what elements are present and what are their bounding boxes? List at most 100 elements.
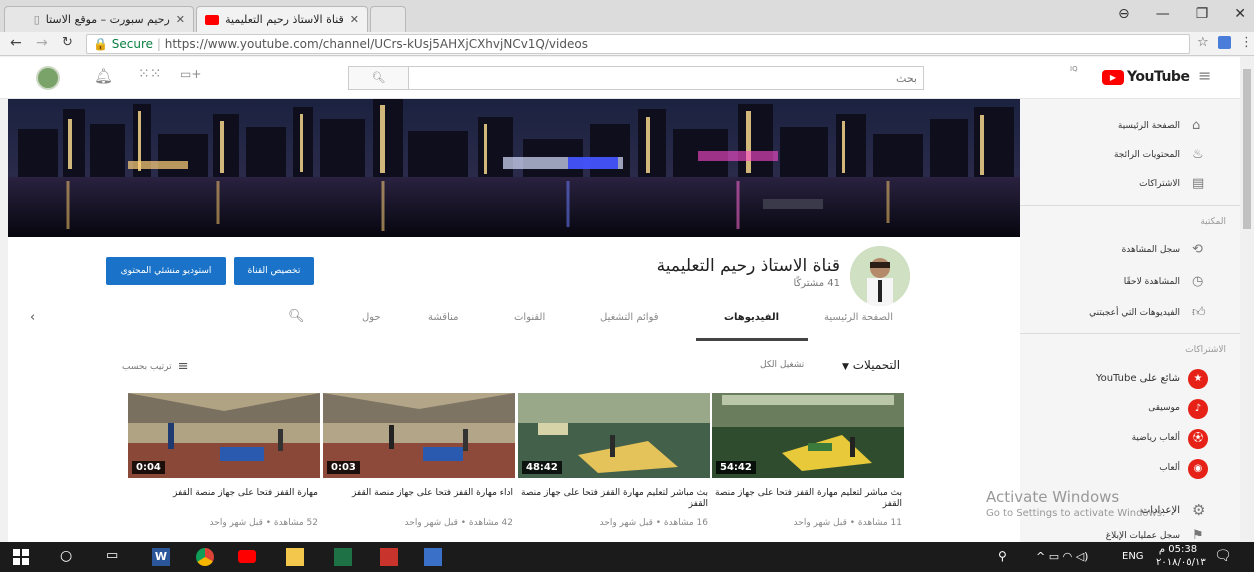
tab-home[interactable]: الصفحة الرئيسية bbox=[824, 312, 893, 323]
close-tab-icon[interactable]: ✕ bbox=[176, 13, 185, 26]
forward-icon[interactable]: → bbox=[36, 35, 48, 51]
upload-video-icon[interactable]: ▭+ bbox=[180, 67, 201, 81]
close-window-icon[interactable]: ✕ bbox=[1234, 6, 1246, 22]
home-icon: ⌂ bbox=[1192, 118, 1201, 133]
people-icon[interactable]: ⚲ bbox=[998, 549, 1007, 563]
sports-ball-icon: ⚽︎ bbox=[1188, 429, 1208, 449]
tab-about[interactable]: حول bbox=[362, 312, 381, 323]
popular-star-icon: ★ bbox=[1188, 369, 1208, 389]
avatar[interactable] bbox=[36, 66, 60, 90]
screen-app-icon[interactable] bbox=[424, 548, 442, 566]
youtube-app-icon[interactable] bbox=[238, 550, 256, 563]
flag-icon: ⚑ bbox=[1192, 528, 1204, 543]
video-title[interactable]: بث مباشر لتعليم مهارة القفز فتحا على جها… bbox=[712, 488, 902, 510]
video-title[interactable]: بث مباشر لتعليم مهارة القفز فتحا على جها… bbox=[518, 488, 708, 510]
restore-icon[interactable]: ❐ bbox=[1196, 6, 1209, 22]
tab-playlists[interactable]: قوائم التشغيل bbox=[600, 312, 659, 323]
search-input[interactable] bbox=[409, 67, 917, 89]
tabs-scroll-left-icon[interactable]: ‹ bbox=[30, 310, 35, 325]
reload-icon[interactable]: ↻ bbox=[62, 35, 73, 50]
video-meta: 52 مشاهدة • قبل شهر واحد bbox=[209, 518, 318, 528]
divider bbox=[1020, 333, 1240, 334]
new-tab-button[interactable] bbox=[370, 6, 406, 32]
uploads-heading: التحميلات bbox=[852, 358, 901, 372]
customize-channel-button[interactable]: تخصيص القناة bbox=[234, 257, 314, 285]
banner-image bbox=[8, 99, 1020, 237]
divider bbox=[1020, 205, 1240, 206]
video-thumbnail[interactable]: 54:42 bbox=[712, 393, 904, 478]
file-explorer-icon[interactable] bbox=[286, 548, 304, 566]
play-all-link[interactable]: تشغيل الكل bbox=[760, 360, 804, 370]
search-box: 🔍︎ bbox=[348, 66, 924, 90]
library-heading: المكتبة bbox=[1200, 217, 1226, 227]
sidebar-item-home[interactable]: الصفحة الرئيسية bbox=[1118, 121, 1180, 131]
address-bar[interactable]: 🔒 Secure | https://www.youtube.com/chann… bbox=[86, 34, 1190, 54]
tab-discussion[interactable]: مناقشة bbox=[428, 312, 458, 323]
browser-menu-icon[interactable]: ⋮ bbox=[1240, 35, 1253, 50]
video-thumbnail[interactable]: 48:42 bbox=[518, 393, 710, 478]
sidebar-item-popular[interactable]: شائع على YouTube bbox=[1096, 373, 1180, 384]
windows-taskbar: ○ ▭ W ⚲ ^ ▭ ◠ ◁) ENG 05:38 م ٢٠١٨/٠٥/١٣ … bbox=[0, 542, 1254, 572]
video-title[interactable]: اداء مهارة القفز فتحا على جهاز منصة القف… bbox=[323, 488, 513, 499]
media-app-icon[interactable] bbox=[380, 548, 398, 566]
video-thumbnail[interactable]: 0:03 bbox=[323, 393, 515, 478]
windows-start-icon[interactable] bbox=[12, 548, 30, 566]
tab-videos[interactable]: الفيديوهات bbox=[724, 312, 779, 323]
sidebar-item-subscriptions[interactable]: الاشتراكات bbox=[1139, 179, 1180, 189]
search-button[interactable]: 🔍︎ bbox=[349, 67, 409, 89]
channel-title: قناة الاستاذ رحيم التعليمية bbox=[656, 256, 840, 276]
close-tab-icon[interactable]: ✕ bbox=[350, 13, 359, 26]
channel-search-icon[interactable]: 🔍︎ bbox=[288, 309, 305, 324]
tab-channels[interactable]: القنوات bbox=[514, 312, 545, 323]
browser-tab-1[interactable]: ✕ قناة الاستاذ رحيم التعليمية bbox=[196, 6, 368, 32]
browser-toolbar: ← → ↻ 🔒 Secure | https://www.youtube.com… bbox=[0, 32, 1254, 56]
back-icon[interactable]: ← bbox=[10, 35, 22, 51]
tab-title: قناة الاستاذ رحيم التعليمية bbox=[225, 13, 344, 26]
clock-time[interactable]: 05:38 م bbox=[1156, 544, 1200, 555]
guide-menu-icon[interactable]: ≡ bbox=[1198, 66, 1211, 85]
chrome-app-icon[interactable] bbox=[196, 548, 214, 566]
thumbs-up-icon: 👍︎ bbox=[1192, 305, 1206, 320]
apps-grid-icon[interactable]: ⁙⁙ bbox=[138, 66, 161, 82]
clock-date[interactable]: ٢٠١٨/٠٥/١٣ bbox=[1156, 557, 1206, 568]
action-center-icon[interactable]: 🗨︎ bbox=[1214, 548, 1232, 564]
video-thumbnail[interactable]: 0:04 bbox=[128, 393, 320, 478]
browser-tab-2[interactable]: ✕ رحيم سبورت – موقع الاستا ▯ bbox=[4, 6, 194, 32]
excel-app-icon[interactable] bbox=[334, 548, 352, 566]
video-title[interactable]: مهارة القفز فتحا على جهاز منصة القفز bbox=[128, 488, 318, 499]
youtube-logo[interactable]: ▶ YouTube bbox=[1102, 69, 1190, 85]
system-tray-icons[interactable]: ^ ▭ ◠ ◁) bbox=[1036, 550, 1088, 563]
scrollbar-thumb[interactable] bbox=[1243, 69, 1251, 229]
extension-icon[interactable] bbox=[1218, 36, 1231, 49]
search-icon: 🔍︎ bbox=[371, 71, 386, 84]
logo-text: YouTube bbox=[1127, 69, 1190, 85]
minimize-icon[interactable]: — bbox=[1156, 6, 1170, 22]
input-language[interactable]: ENG bbox=[1122, 551, 1144, 562]
youtube-favicon-icon bbox=[205, 14, 220, 25]
bookmark-star-icon[interactable]: ☆ bbox=[1197, 35, 1209, 50]
word-app-icon[interactable]: W bbox=[152, 548, 170, 566]
task-view-icon[interactable]: ▭ bbox=[106, 548, 124, 566]
notifications-bell-icon[interactable]: 🔔︎ bbox=[94, 67, 113, 85]
page-scrollbar[interactable] bbox=[1240, 57, 1254, 542]
sort-by-button[interactable]: ترتيب بحسب ≡ bbox=[122, 359, 188, 374]
sidebar-item-watch-later[interactable]: المشاهدة لاحقًا bbox=[1124, 277, 1180, 287]
sidebar-item-report-history[interactable]: سجل عمليات الإبلاغ bbox=[1106, 531, 1180, 541]
music-note-icon: ♪ bbox=[1188, 399, 1208, 419]
subscriptions-icon: ▤ bbox=[1192, 176, 1205, 191]
profile-icon[interactable]: ⊖ bbox=[1118, 6, 1130, 22]
video-meta: 16 مشاهدة • قبل شهر واحد bbox=[599, 518, 708, 528]
secure-label: Secure bbox=[111, 37, 154, 51]
sidebar-item-sports[interactable]: ألعاب رياضية bbox=[1132, 433, 1180, 443]
sidebar-item-liked[interactable]: الفيديوهات التي أعجبتني bbox=[1089, 308, 1180, 318]
creator-studio-button[interactable]: استوديو منشئي المحتوى bbox=[106, 257, 226, 285]
guide-sidebar: الصفحة الرئيسية ⌂ المحتويات الرائجة ♨ ال… bbox=[1020, 99, 1240, 543]
sidebar-item-music[interactable]: موسيقى bbox=[1148, 403, 1180, 413]
taskbar-search-icon[interactable]: ○ bbox=[60, 548, 78, 566]
channel-avatar[interactable] bbox=[850, 246, 910, 306]
sidebar-item-gaming[interactable]: ألعاب bbox=[1159, 463, 1180, 473]
sidebar-item-history[interactable]: سجل المشاهدة bbox=[1122, 245, 1180, 255]
activate-windows-title: Activate Windows bbox=[986, 488, 1120, 506]
uploads-dropdown[interactable]: التحميلات ▼ bbox=[842, 358, 900, 372]
sidebar-item-trending[interactable]: المحتويات الرائجة bbox=[1114, 150, 1180, 160]
